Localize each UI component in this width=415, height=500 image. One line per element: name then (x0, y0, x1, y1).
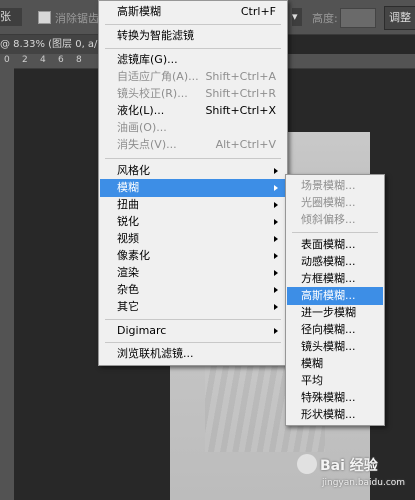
submenu-arrow-icon (274, 287, 278, 293)
submenu-arrow-icon (274, 202, 278, 208)
submenu-arrow-icon (274, 328, 278, 334)
menu-separator (292, 232, 378, 233)
menu-item-pixelate[interactable]: 像素化 (100, 247, 286, 265)
submenu-item-blur-more[interactable]: 进一步模糊 (287, 304, 383, 322)
menu-item-label: 模糊 (117, 181, 139, 194)
watermark-url: jingyan.baidu.com (322, 478, 406, 488)
submenu-item-blur[interactable]: 模糊 (287, 355, 383, 373)
options-left-field[interactable]: 张 (0, 8, 22, 26)
menu-item-label: 锐化 (117, 215, 139, 228)
menu-separator (105, 48, 281, 49)
style-dropdown[interactable]: ▾ (292, 8, 302, 26)
menu-item-vanishing-point[interactable]: 消失点(V)... Alt+Ctrl+V (100, 136, 286, 154)
submenu-item-radial-blur[interactable]: 径向模糊... (287, 321, 383, 339)
submenu-item-iris-blur[interactable]: 光圈模糊... (287, 194, 383, 212)
menu-item-shortcut: Ctrl+F (240, 5, 276, 18)
submenu-item-motion-blur[interactable]: 动感模糊... (287, 253, 383, 271)
menu-item-convert-smart-filter[interactable]: 转换为智能滤镜 (100, 27, 286, 45)
menu-item-video[interactable]: 视频 (100, 230, 286, 248)
blur-submenu: 场景模糊... 光圈模糊... 倾斜偏移... 表面模糊... 动感模糊... … (285, 174, 385, 426)
menu-item-label: 浏览联机滤镜... (117, 347, 194, 360)
refine-edge-button[interactable]: 调整 (384, 6, 415, 30)
menu-item-stylize[interactable]: 风格化 (100, 162, 286, 180)
menu-item-shortcut: Alt+Ctrl+V (215, 138, 276, 151)
height-label: 高度: (312, 12, 338, 25)
menu-item-blur[interactable]: 模糊 (100, 179, 286, 197)
submenu-item-field-blur[interactable]: 场景模糊... (287, 177, 383, 195)
ruler-tick: 4 (40, 55, 46, 65)
submenu-arrow-icon (274, 168, 278, 174)
submenu-arrow-icon (274, 236, 278, 242)
menu-item-shortcut: Shift+Ctrl+R (205, 87, 276, 100)
ruler-tick: 8 (76, 55, 82, 65)
menu-item-shortcut: Shift+Ctrl+A (205, 70, 276, 83)
menu-item-label: 转换为智能滤镜 (117, 29, 194, 42)
menu-item-liquify[interactable]: 液化(L)... Shift+Ctrl+X (100, 102, 286, 120)
ruler-tick: 2 (22, 55, 28, 65)
menu-separator (105, 319, 281, 320)
baidu-paw-icon (297, 454, 317, 474)
menu-separator (105, 24, 281, 25)
submenu-arrow-icon (274, 304, 278, 310)
menu-separator (105, 342, 281, 343)
menu-item-label: 像素化 (117, 249, 150, 262)
submenu-item-smart-blur[interactable]: 特殊模糊... (287, 389, 383, 407)
antialias-label: 消除锯齿 (55, 12, 99, 25)
menu-item-last-filter[interactable]: 高斯模糊 Ctrl+F (100, 3, 286, 21)
menu-item-other[interactable]: 其它 (100, 298, 286, 316)
menu-item-lens-correction[interactable]: 镜头校正(R)... Shift+Ctrl+R (100, 85, 286, 103)
watermark-text: Bai 经验 (320, 458, 378, 474)
menu-item-adaptive-wide-angle[interactable]: 自适应广角(A)... Shift+Ctrl+A (100, 68, 286, 86)
submenu-item-box-blur[interactable]: 方框模糊... (287, 270, 383, 288)
menu-item-digimarc[interactable]: Digimarc (100, 322, 286, 340)
menu-item-label: 其它 (117, 300, 139, 313)
menu-item-label: 油画(O)... (117, 121, 167, 134)
submenu-item-tilt-shift[interactable]: 倾斜偏移... (287, 211, 383, 229)
menu-item-oil-paint[interactable]: 油画(O)... (100, 119, 286, 137)
menu-item-label: 视频 (117, 232, 139, 245)
menu-item-sharpen[interactable]: 锐化 (100, 213, 286, 231)
menu-item-browse-online-filters[interactable]: 浏览联机滤镜... (100, 345, 286, 363)
antialias-checkbox[interactable] (38, 11, 51, 24)
menu-item-filter-gallery[interactable]: 滤镜库(G)... (100, 51, 286, 69)
menu-item-label: 高斯模糊 (117, 5, 161, 18)
vertical-ruler (0, 68, 14, 500)
ruler-tick: 6 (58, 55, 64, 65)
document-tab[interactable]: @ 8.33% (图层 0, a/8) * (0, 35, 110, 69)
menu-separator (105, 158, 281, 159)
menu-item-noise[interactable]: 杂色 (100, 281, 286, 299)
menu-item-label: 消失点(V)... (117, 138, 177, 151)
submenu-item-lens-blur[interactable]: 镜头模糊... (287, 338, 383, 356)
menu-item-shortcut: Shift+Ctrl+X (205, 104, 276, 117)
filter-menu: 高斯模糊 Ctrl+F 转换为智能滤镜 滤镜库(G)... 自适应广角(A)..… (98, 0, 288, 366)
submenu-item-gaussian-blur[interactable]: 高斯模糊... (287, 287, 383, 305)
submenu-arrow-icon (274, 270, 278, 276)
menu-item-label: 镜头校正(R)... (117, 87, 188, 100)
menu-item-label: 杂色 (117, 283, 139, 296)
ruler-tick: 0 (4, 55, 10, 65)
menu-item-label: 渲染 (117, 266, 139, 279)
submenu-item-surface-blur[interactable]: 表面模糊... (287, 236, 383, 254)
menu-item-label: 扭曲 (117, 198, 139, 211)
menu-item-label: 液化(L)... (117, 104, 165, 117)
menu-item-label: 风格化 (117, 164, 150, 177)
height-input[interactable] (340, 8, 376, 28)
menu-item-label: 滤镜库(G)... (117, 53, 178, 66)
menu-item-distort[interactable]: 扭曲 (100, 196, 286, 214)
menu-item-label: Digimarc (117, 324, 167, 337)
submenu-item-shape-blur[interactable]: 形状模糊... (287, 406, 383, 424)
submenu-arrow-icon (274, 185, 278, 191)
menu-item-render[interactable]: 渲染 (100, 264, 286, 282)
submenu-item-average[interactable]: 平均 (287, 372, 383, 390)
submenu-arrow-icon (274, 219, 278, 225)
menu-item-label: 自适应广角(A)... (117, 70, 199, 83)
submenu-arrow-icon (274, 253, 278, 259)
